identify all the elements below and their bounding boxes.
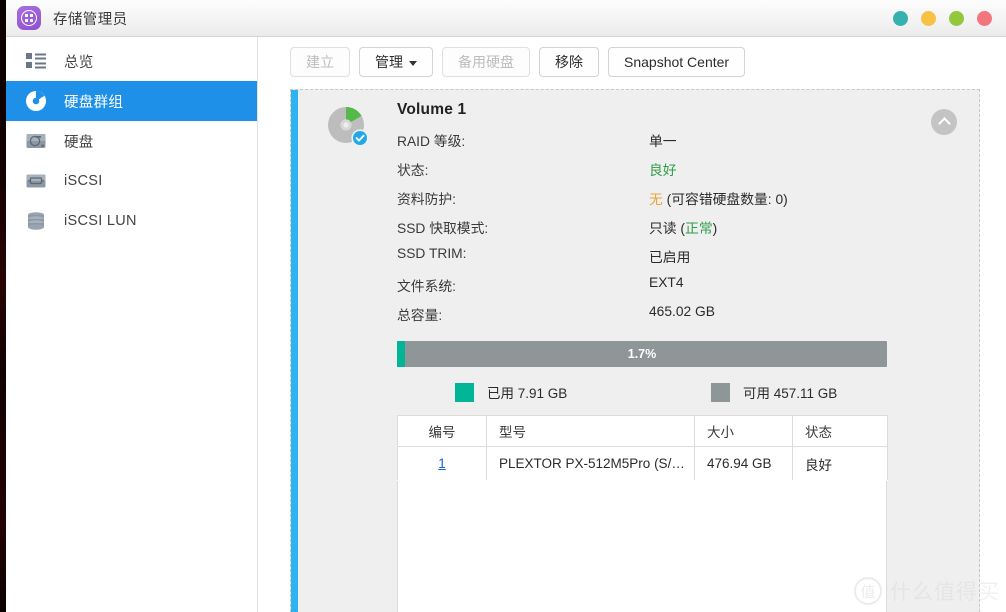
desktop-edge	[0, 0, 6, 612]
chevron-up-icon	[937, 117, 951, 130]
info-value: 无 (可容错硬盘数量: 0)	[649, 188, 788, 208]
manage-button-label: 管理	[375, 54, 403, 70]
info-value: 单一	[649, 134, 677, 149]
info-row: 资料防护: 无 (可容错硬盘数量: 0)	[397, 188, 957, 217]
create-button[interactable]: 建立	[290, 47, 350, 77]
volume-healthy-icon	[323, 104, 373, 150]
free-swatch	[711, 382, 730, 402]
sidebar-item-iscsi[interactable]: iSCSI	[6, 161, 257, 201]
volume-title: Volume 1	[397, 101, 467, 118]
cell-num: 1	[397, 446, 487, 481]
column-header-size[interactable]: 大小	[694, 415, 793, 447]
info-key: SSD 快取模式:	[397, 221, 489, 236]
disk-group-icon	[24, 89, 48, 113]
application-window: 存储管理员 总览 硬盘群组 硬盘 iSCSI iSCSI LUN 建立 管理 备…	[0, 0, 1006, 612]
info-value-main: 只读	[649, 221, 677, 236]
info-key: 资料防护:	[397, 192, 457, 207]
usage-section: 1.7% 已用 7.91 GB 可用 457.11 GB	[397, 341, 887, 402]
watermark-logo: 值	[854, 577, 882, 605]
column-header-num[interactable]: 编号	[397, 415, 487, 447]
column-header-status[interactable]: 状态	[792, 415, 888, 447]
hard-disk-icon	[24, 129, 48, 153]
info-value-suffix: (可容错硬盘数量: 0)	[662, 192, 788, 207]
info-value-paren-open: (	[676, 221, 686, 236]
used-label: 已用 7.91 GB	[487, 386, 568, 401]
snapshot-center-button[interactable]: Snapshot Center	[608, 47, 746, 77]
teal-dot[interactable]	[893, 10, 908, 26]
green-dot[interactable]	[949, 10, 964, 26]
info-row: 状态: 良好	[397, 159, 957, 188]
sidebar: 总览 硬盘群组 硬盘 iSCSI iSCSI LUN	[6, 37, 258, 612]
info-row: SSD 快取模式: 只读 (正常)	[397, 217, 957, 246]
title-bar: 存储管理员	[6, 0, 1006, 37]
legend-item-free: 可用 457.11 GB	[711, 382, 837, 402]
sidebar-item-iscsi-lun[interactable]: iSCSI LUN	[6, 201, 257, 241]
usage-legend: 已用 7.91 GB 可用 457.11 GB	[397, 382, 887, 402]
content-area: 建立 管理 备用硬盘 移除 Snapshot Center Volume 1 R…	[259, 37, 1006, 612]
chevron-down-icon	[409, 60, 417, 66]
sidebar-item-disk-group[interactable]: 硬盘群组	[6, 81, 257, 121]
watermark-text: 什么值得买	[890, 581, 1000, 604]
volume-panel: Volume 1 RAID 等级: 单一 状态: 良好 资料防护: 无 (可容错…	[290, 89, 980, 612]
usage-progress-bar: 1.7%	[397, 341, 887, 367]
sidebar-item-label: 总览	[64, 54, 94, 71]
legend-item-used: 已用 7.91 GB	[455, 382, 711, 402]
info-value-main: 无	[649, 192, 663, 207]
info-key: RAID 等级:	[397, 134, 466, 149]
red-dot[interactable]	[977, 10, 992, 26]
info-value: 已启用	[649, 250, 691, 265]
info-key: SSD TRIM:	[397, 246, 467, 261]
info-row: 总容量: 465.02 GB	[397, 304, 957, 333]
remove-button[interactable]: 移除	[539, 47, 599, 77]
window-title: 存储管理员	[53, 11, 128, 28]
info-value-substate: 正常	[685, 221, 713, 236]
volume-info-list: RAID 等级: 单一 状态: 良好 资料防护: 无 (可容错硬盘数量: 0) …	[397, 130, 957, 333]
sidebar-item-overview[interactable]: 总览	[6, 41, 257, 81]
disk-table: 编号 型号 大小 状态 1 PLEXTOR PX-512M5Pro (S/N: …	[397, 415, 888, 481]
free-label: 可用 457.11 GB	[743, 386, 838, 401]
column-header-model[interactable]: 型号	[486, 415, 695, 447]
iscsi-icon	[24, 169, 48, 193]
cell-status: 良好	[792, 446, 888, 481]
info-row: SSD TRIM: 已启用	[397, 246, 957, 275]
volume-accent-bar	[291, 90, 298, 612]
info-value: EXT4	[649, 275, 684, 290]
yellow-dot[interactable]	[921, 10, 936, 26]
cell-size: 476.94 GB	[694, 446, 793, 481]
window-controls	[893, 10, 992, 26]
sidebar-item-hard-disk[interactable]: 硬盘	[6, 121, 257, 161]
usage-percent-label: 1.7%	[627, 347, 657, 361]
sidebar-item-label: 硬盘	[64, 134, 94, 151]
info-value-paren-close: )	[712, 221, 718, 236]
info-key: 文件系统:	[397, 279, 457, 294]
sidebar-item-label: 硬盘群组	[64, 94, 124, 111]
toolbar: 建立 管理 备用硬盘 移除 Snapshot Center	[259, 37, 1006, 87]
disk-number-link[interactable]: 1	[438, 456, 446, 471]
info-value: 良好	[649, 163, 677, 178]
info-key: 总容量:	[397, 308, 443, 323]
sidebar-item-label: iSCSI LUN	[64, 213, 137, 229]
usage-progress-fill	[397, 341, 406, 367]
cell-model: PLEXTOR PX-512M5Pro (S/N: P02...	[486, 446, 695, 481]
sidebar-item-label: iSCSI	[64, 173, 103, 189]
overview-icon	[24, 49, 48, 73]
table-row[interactable]: 1 PLEXTOR PX-512M5Pro (S/N: P02... 476.9…	[397, 446, 888, 481]
info-row: RAID 等级: 单一	[397, 130, 957, 159]
used-swatch	[455, 382, 474, 402]
spare-disk-button[interactable]: 备用硬盘	[442, 47, 530, 77]
info-value: 只读 (正常)	[649, 217, 717, 237]
table-header-row: 编号 型号 大小 状态	[397, 415, 888, 447]
info-row: 文件系统: EXT4	[397, 275, 957, 304]
info-key: 状态:	[397, 163, 429, 178]
manage-button[interactable]: 管理	[359, 47, 433, 77]
info-value: 465.02 GB	[649, 304, 715, 319]
watermark: 值 什么值得买	[854, 576, 1000, 606]
storage-manager-icon	[17, 6, 41, 30]
iscsi-lun-icon	[24, 209, 48, 233]
